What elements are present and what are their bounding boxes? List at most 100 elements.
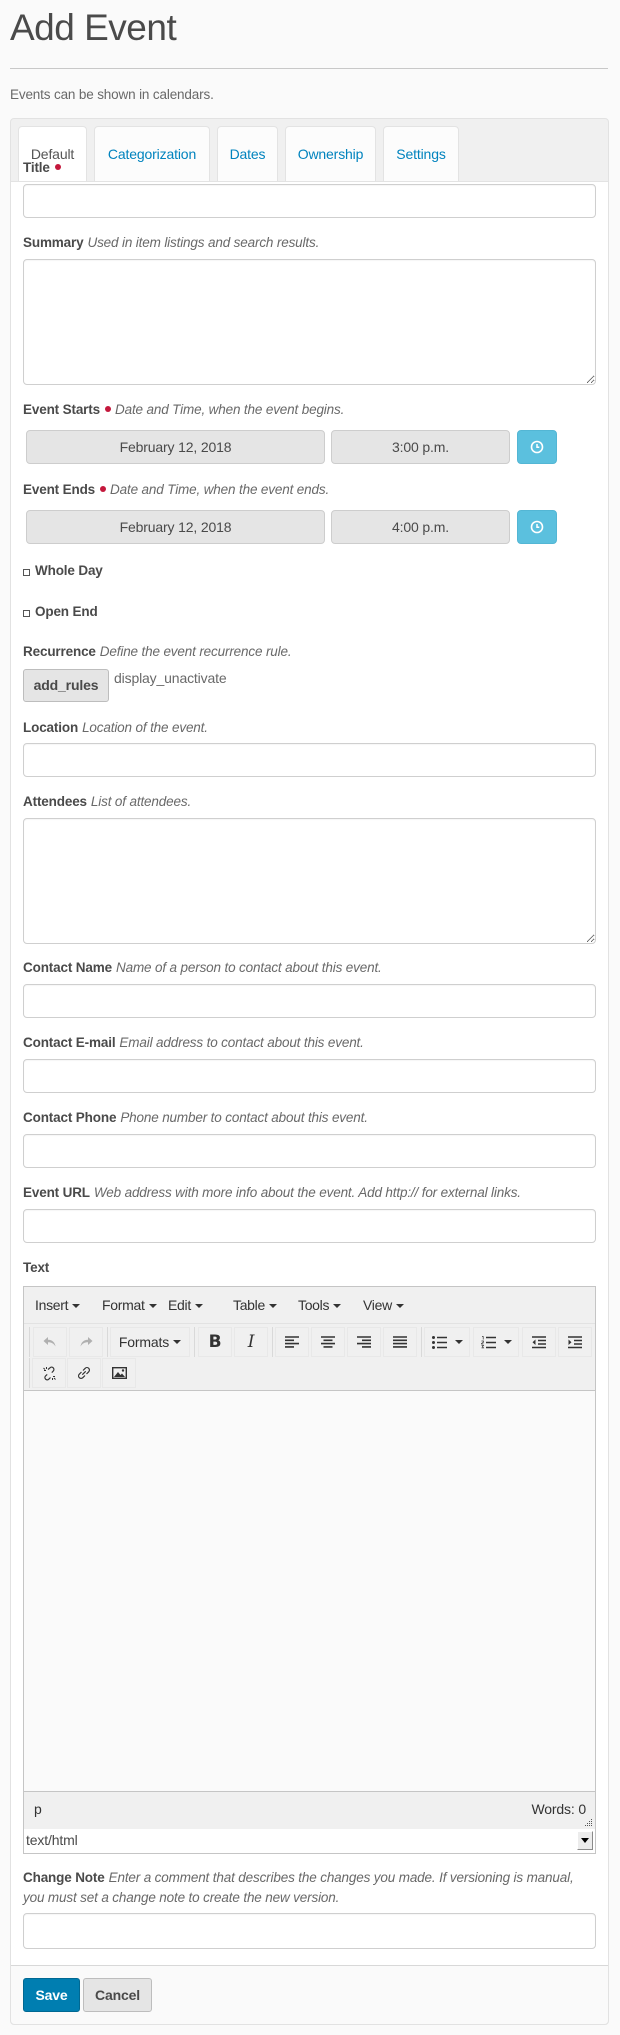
image-button[interactable] — [102, 1358, 136, 1388]
page-description: Events can be shown in calendars. — [10, 87, 214, 102]
change-note-label-text: Change Note — [23, 1870, 105, 1885]
align-justify-button[interactable] — [383, 1327, 417, 1357]
resize-handle-icon[interactable] — [584, 1818, 593, 1827]
menu-format-label: Format — [102, 1297, 145, 1313]
redo-button[interactable] — [69, 1327, 103, 1357]
summary-help: Used in item listings and search results… — [87, 235, 320, 250]
menu-tools-label: Tools — [298, 1297, 330, 1313]
contact-phone-help: Phone number to contact about this event… — [120, 1110, 368, 1125]
event-ends-time-picker[interactable]: 4:00 p.m. — [331, 510, 510, 544]
text-label-text: Text — [23, 1260, 50, 1275]
toolbar-separator — [29, 1358, 30, 1388]
event-starts-now-button[interactable] — [517, 430, 557, 464]
contact-email-input[interactable] — [23, 1059, 596, 1093]
clock-icon — [530, 520, 544, 534]
numbered-list-icon — [480, 1335, 496, 1348]
contact-email-label: Contact E-mail Email address to contact a… — [23, 1034, 364, 1052]
location-label-text: Location — [23, 720, 79, 735]
save-button[interactable]: Save — [23, 1978, 80, 2012]
add-rules-button[interactable]: add_rules — [23, 669, 109, 702]
location-input[interactable] — [23, 743, 596, 777]
contact-name-label-text: Contact Name — [23, 960, 112, 975]
caret-down-icon — [148, 1304, 157, 1309]
clock-icon — [530, 440, 544, 454]
menu-table-label: Table — [233, 1297, 265, 1313]
tab-settings[interactable]: Settings — [383, 126, 459, 181]
event-url-label-text: Event URL — [23, 1185, 90, 1200]
open-end-label[interactable]: Open End — [35, 603, 98, 621]
element-path[interactable]: p — [34, 1801, 42, 1817]
recurrence-status: display_unactivate — [114, 670, 227, 686]
summary-textarea[interactable] — [23, 259, 596, 385]
text-label: Text — [23, 1259, 49, 1277]
change-note-label: Change Note Enter a comment that describe… — [23, 1868, 596, 1908]
menu-table[interactable]: Table — [233, 1287, 277, 1323]
editor-content-area[interactable] — [24, 1390, 595, 1792]
formats-dropdown[interactable]: Formats — [110, 1327, 190, 1357]
summary-label: Summary Used in item listings and search … — [23, 234, 319, 252]
menu-edit[interactable]: Edit — [168, 1287, 203, 1323]
event-starts-help: Date and Time, when the event begins. — [114, 402, 345, 417]
menu-tools[interactable]: Tools — [298, 1287, 342, 1323]
italic-button[interactable]: I — [234, 1327, 268, 1357]
tab-dates[interactable]: Dates — [217, 126, 278, 181]
align-left-button[interactable] — [275, 1327, 309, 1357]
event-ends-date-picker[interactable]: February 12, 2018 — [26, 510, 325, 544]
event-starts-time-picker[interactable]: 3:00 p.m. — [331, 430, 510, 464]
whole-day-checkbox[interactable] — [23, 569, 30, 576]
menu-insert[interactable]: Insert — [35, 1287, 81, 1323]
caret-down-icon — [72, 1304, 81, 1309]
title-label-text: Title — [23, 160, 50, 175]
tab-categorization[interactable]: Categorization — [94, 126, 210, 181]
menu-format[interactable]: Format — [102, 1287, 157, 1323]
menu-insert-label: Insert — [35, 1297, 69, 1313]
menu-view[interactable]: View — [363, 1287, 404, 1323]
align-center-icon — [321, 1336, 335, 1348]
contact-phone-label: Contact Phone Phone number to contact abo… — [23, 1109, 368, 1127]
italic-icon: I — [247, 1332, 255, 1352]
attendees-help: List of attendees. — [90, 794, 192, 809]
open-end-checkbox[interactable] — [23, 610, 30, 617]
event-starts-label: Event Starts Date and Time, when the even… — [23, 401, 344, 419]
event-starts-label-text: Event Starts — [23, 402, 100, 417]
contact-email-help: Email address to contact about this even… — [119, 1035, 364, 1050]
indent-button[interactable] — [558, 1327, 592, 1357]
event-starts-date-picker[interactable]: February 12, 2018 — [26, 430, 325, 464]
event-ends-label: Event Ends Date and Time, when the event … — [23, 481, 329, 499]
caret-down-icon — [333, 1304, 342, 1309]
whole-day-label[interactable]: Whole Day — [35, 562, 103, 580]
event-ends-now-button[interactable] — [517, 510, 557, 544]
contact-name-input[interactable] — [23, 984, 596, 1018]
cancel-button[interactable]: Cancel — [83, 1978, 152, 2012]
tab-ownership[interactable]: Ownership — [285, 126, 376, 181]
align-center-button[interactable] — [311, 1327, 345, 1357]
unlink-button[interactable] — [32, 1358, 66, 1388]
text-format-select[interactable]: text/html — [23, 1829, 596, 1854]
recurrence-label-text: Recurrence — [23, 644, 96, 659]
word-count: Words: 0 — [531, 1801, 586, 1817]
contact-phone-input[interactable] — [23, 1134, 596, 1168]
unlink-icon — [42, 1366, 56, 1380]
menu-view-label: View — [363, 1297, 392, 1313]
contact-phone-label-text: Contact Phone — [23, 1110, 117, 1125]
indent-icon — [568, 1335, 582, 1348]
align-right-button[interactable] — [347, 1327, 381, 1357]
title-label: Title — [23, 159, 61, 177]
caret-down-icon — [395, 1304, 404, 1309]
bold-button[interactable]: B — [198, 1327, 232, 1357]
event-url-input[interactable] — [23, 1209, 596, 1243]
attendees-textarea[interactable] — [23, 818, 596, 944]
undo-button[interactable] — [33, 1327, 67, 1357]
numbered-list-button[interactable] — [473, 1327, 519, 1357]
title-input[interactable] — [23, 184, 596, 218]
select-arrow[interactable] — [577, 1831, 593, 1850]
change-note-input[interactable] — [23, 1913, 596, 1949]
bullet-list-button[interactable] — [424, 1327, 470, 1357]
recurrence-label: Recurrence Define the event recurrence ru… — [23, 643, 292, 661]
link-button[interactable] — [67, 1358, 101, 1388]
toolbar-separator — [29, 1327, 30, 1357]
menu-edit-label: Edit — [168, 1297, 191, 1313]
formats-label: Formats — [118, 1334, 170, 1350]
page-title: Add Event — [10, 7, 177, 48]
outdent-button[interactable] — [522, 1327, 556, 1357]
